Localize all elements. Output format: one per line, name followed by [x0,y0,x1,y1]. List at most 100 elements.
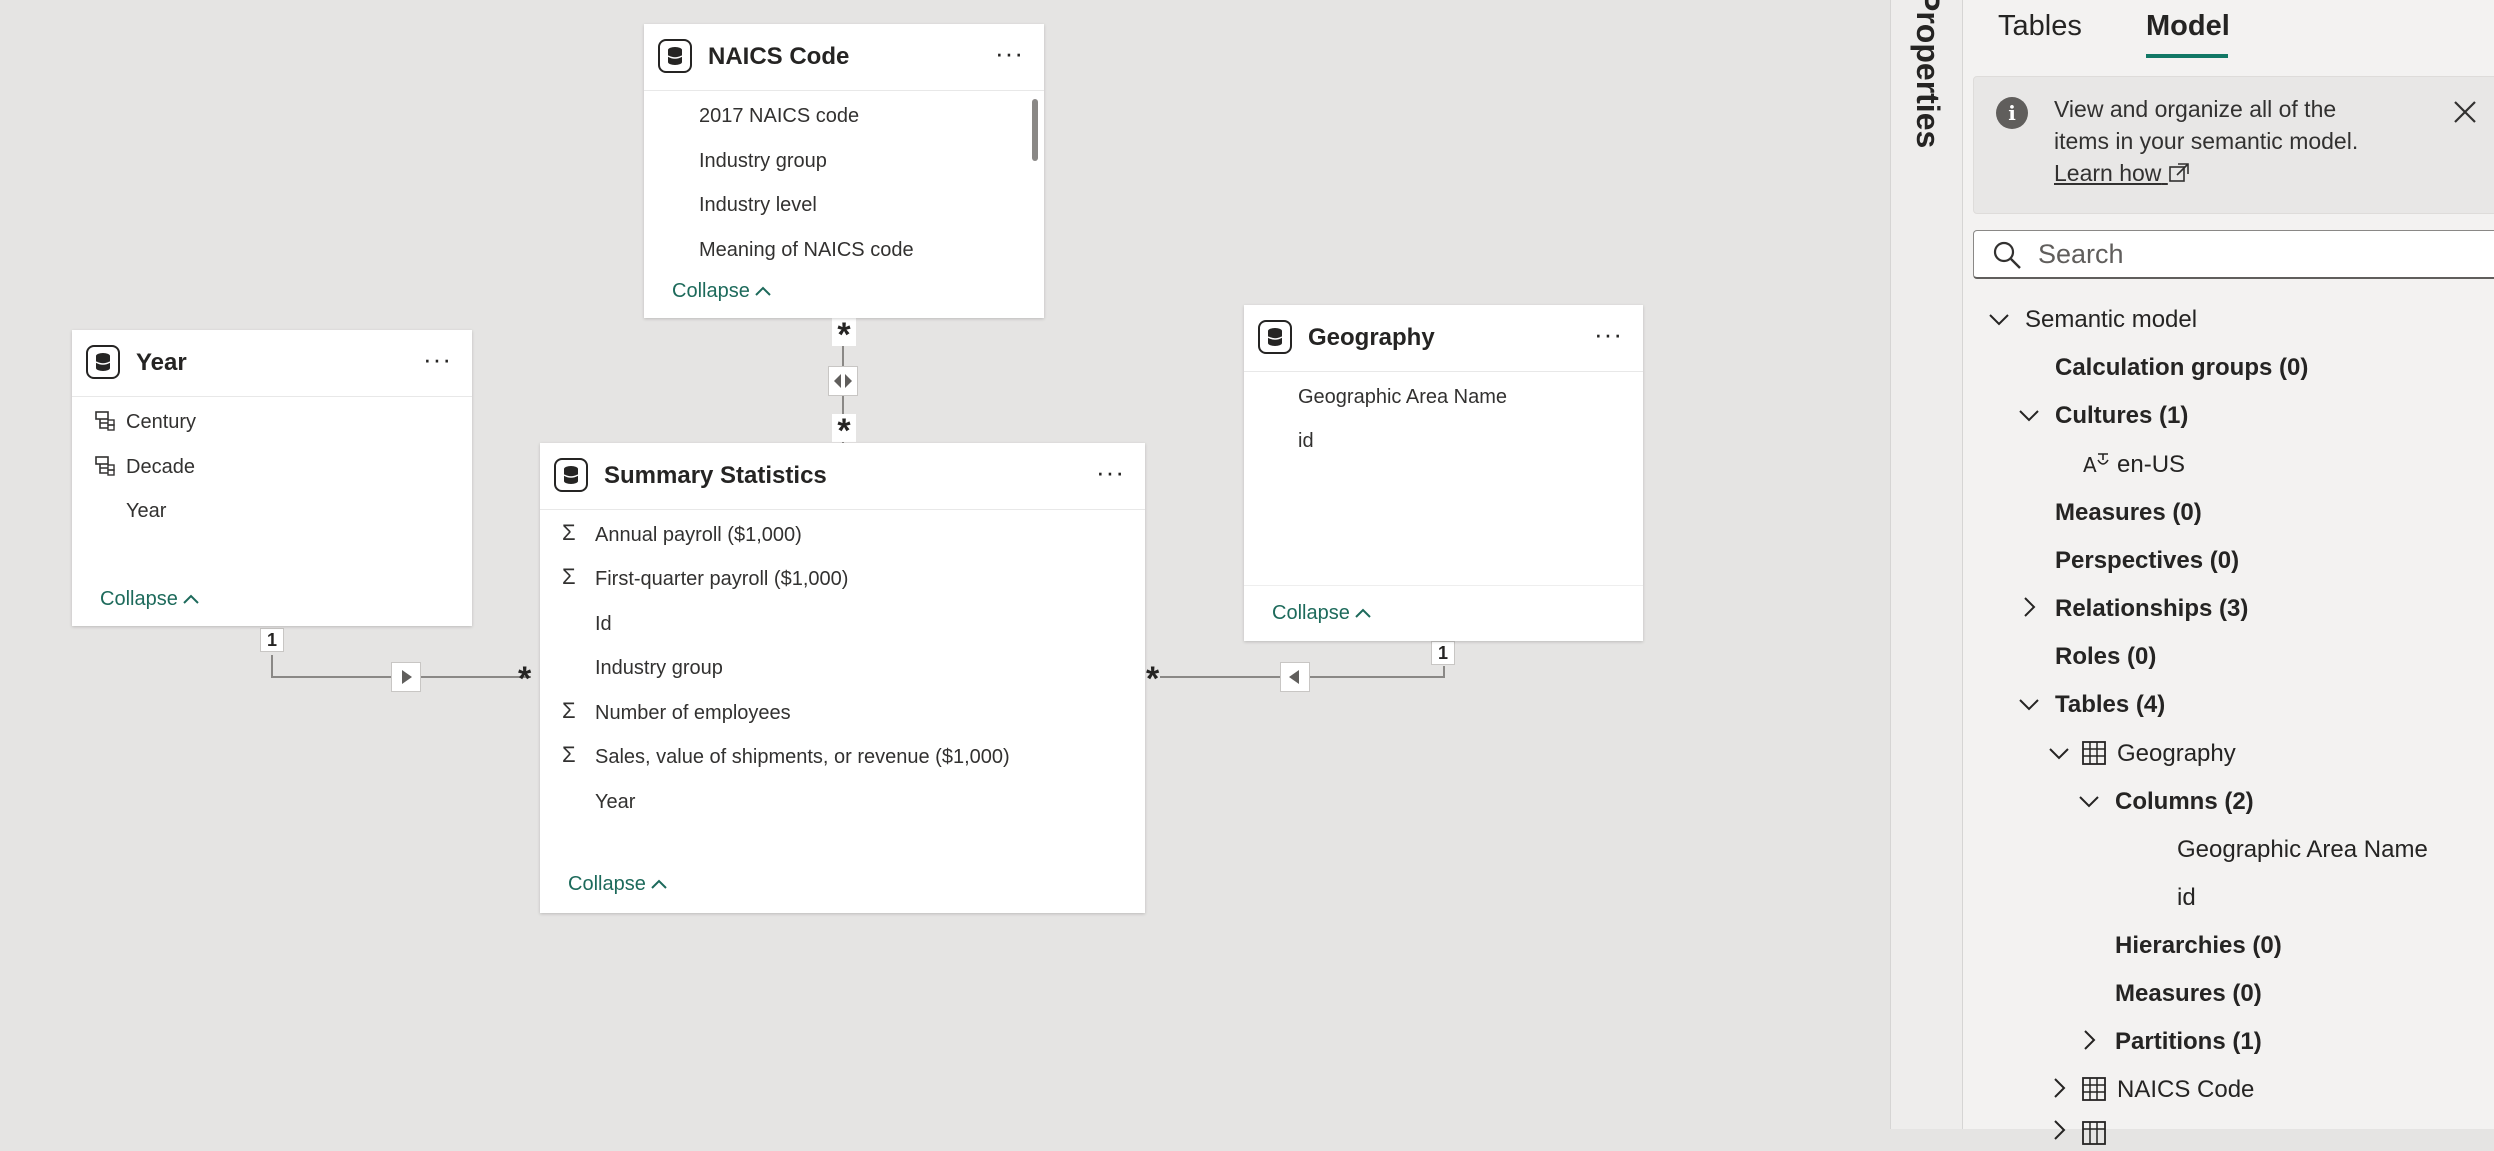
more-options-icon[interactable]: ··· [1096,459,1125,485]
field-item[interactable]: Id [595,613,612,636]
tree-item-relationships[interactable]: Relationships (3) [2055,595,2248,623]
tree-item-geography[interactable]: Geography [2117,740,2236,768]
field-item[interactable]: Meaning of NAICS code [699,239,914,262]
field-item[interactable]: Number of employees [595,702,791,725]
tree-item-cultures[interactable]: Cultures (1) [2055,402,2188,430]
properties-label[interactable]: Properties [1909,0,1946,148]
chevron-right-icon[interactable] [2051,1076,2067,1106]
table-card-geography[interactable]: Geography ··· Geographic Area Name id Co… [1244,305,1643,641]
table-card-naics-code[interactable]: NAICS Code ··· 2017 NAICS code Industry … [644,24,1044,318]
sum-icon: Σ [562,742,576,767]
cardinality-many-label: * [1146,660,1160,698]
field-item[interactable]: Year [595,791,635,814]
tab-model[interactable]: Model [2146,10,2230,43]
filter-direction-left-icon[interactable] [1280,662,1310,692]
filter-direction-both-icon[interactable] [828,366,858,396]
hierarchy-icon [94,410,116,438]
tree-item-partitions[interactable]: Partitions (1) [2115,1028,2262,1056]
table-card-header[interactable]: Summary Statistics ··· [540,443,1145,510]
active-tab-indicator [2146,54,2228,58]
collapse-label: Collapse [1272,602,1350,624]
table-icon [2081,1076,2107,1107]
more-options-icon[interactable]: ··· [995,40,1024,66]
sum-icon: Σ [562,698,576,723]
tree-item-column[interactable]: Geographic Area Name [2177,836,2428,864]
collapse-button[interactable]: Collapse [568,873,668,896]
field-item[interactable]: Geographic Area Name [1298,386,1507,409]
search-input[interactable] [2036,237,2494,271]
info-text: View and organize all of the items in yo… [2054,93,2394,189]
sum-icon: Σ [562,564,576,589]
properties-pane-collapsed[interactable]: Properties [1890,0,1963,1129]
info-banner: i View and organize all of the items in … [1973,76,2494,214]
table-card-header[interactable]: Year ··· [72,330,472,397]
chevron-down-icon[interactable] [1987,307,2011,333]
collapse-button[interactable]: Collapse [1272,602,1372,625]
tree-item-column[interactable]: id [2177,884,2196,912]
table-scrollbar[interactable] [1032,99,1038,161]
field-item[interactable]: Industry group [595,657,723,680]
chevron-up-icon [754,280,772,303]
chevron-right-icon[interactable] [2081,1028,2097,1058]
field-item[interactable]: id [1298,430,1314,453]
learn-how-label: Learn how [2054,160,2162,186]
table-card-year[interactable]: Year ··· Century Decade Year Collapse [72,330,472,626]
field-item[interactable]: Industry level [699,194,817,217]
field-item[interactable]: Industry group [699,150,827,173]
tree-item-perspectives[interactable]: Perspectives (0) [2055,547,2239,575]
chevron-down-icon[interactable] [2077,789,2101,815]
tree-item-tables[interactable]: Tables (4) [2055,691,2165,719]
field-item[interactable]: Sales, value of shipments, or revenue ($… [595,746,1010,769]
collapse-button[interactable]: Collapse [100,588,200,611]
table-card-header[interactable]: Geography ··· [1244,305,1643,372]
more-options-icon[interactable]: ··· [1594,321,1623,347]
filter-direction-right-icon[interactable] [391,662,421,692]
field-item[interactable]: Decade [126,456,195,479]
chevron-down-icon[interactable] [2017,692,2041,718]
chevron-up-icon [1354,602,1372,625]
tree-item-roles[interactable]: Roles (0) [2055,643,2156,671]
collapse-label: Collapse [100,588,178,610]
table-database-icon [554,458,588,492]
culture-icon: A [2081,450,2109,483]
field-item[interactable]: Annual payroll ($1,000) [595,524,802,547]
tree-item-hierarchies[interactable]: Hierarchies (0) [2115,932,2282,960]
more-options-icon[interactable]: ··· [423,346,452,372]
field-item[interactable]: 2017 NAICS code [699,105,859,128]
info-message: View and organize all of the items in yo… [2054,96,2359,154]
chevron-right-icon[interactable] [2051,1118,2067,1148]
model-canvas[interactable]: 1 1 * * * * NAICS Code ··· 2017 NAICS co… [0,0,1890,1129]
data-pane: Tables Model i View and organize all of … [1962,0,2494,1145]
tab-tables[interactable]: Tables [1998,10,2082,43]
search-box[interactable] [1973,230,2494,279]
cardinality-many-label: * [518,660,532,698]
field-item[interactable]: First-quarter payroll ($1,000) [595,568,848,591]
table-card-header[interactable]: NAICS Code ··· [644,24,1044,91]
table-card-summary-statistics[interactable]: Summary Statistics ··· Σ Annual payroll … [540,443,1145,913]
chevron-down-icon[interactable] [2047,741,2071,767]
chevron-down-icon[interactable] [2017,403,2041,429]
table-title: Geography [1308,324,1435,351]
table-title: Summary Statistics [604,462,827,489]
field-item[interactable]: Year [126,500,166,523]
collapse-label: Collapse [568,873,646,895]
chevron-right-icon[interactable] [2021,595,2037,625]
relationship-line [1443,666,1445,678]
tree-item-calculation-groups[interactable]: Calculation groups (0) [2055,354,2308,382]
learn-how-link[interactable]: Learn how [2054,160,2190,186]
chevron-up-icon [182,588,200,611]
tree-item-columns[interactable]: Columns (2) [2115,788,2254,816]
tree-item-measures[interactable]: Measures (0) [2055,499,2202,527]
tree-item-geography-measures[interactable]: Measures (0) [2115,980,2262,1008]
close-icon[interactable] [2452,99,2478,133]
table-title: Year [136,349,187,376]
tree-item-semantic-model[interactable]: Semantic model [2025,306,2197,334]
tree-item-culture-en-us[interactable]: en-US [2117,451,2185,479]
table-icon [2081,740,2107,771]
collapse-button[interactable]: Collapse [672,280,772,303]
table-database-icon [1258,320,1292,354]
cardinality-one-label: 1 [1431,641,1455,665]
tree-item-naics-code[interactable]: NAICS Code [2117,1076,2254,1104]
field-item[interactable]: Century [126,411,196,434]
chevron-up-icon [650,873,668,896]
